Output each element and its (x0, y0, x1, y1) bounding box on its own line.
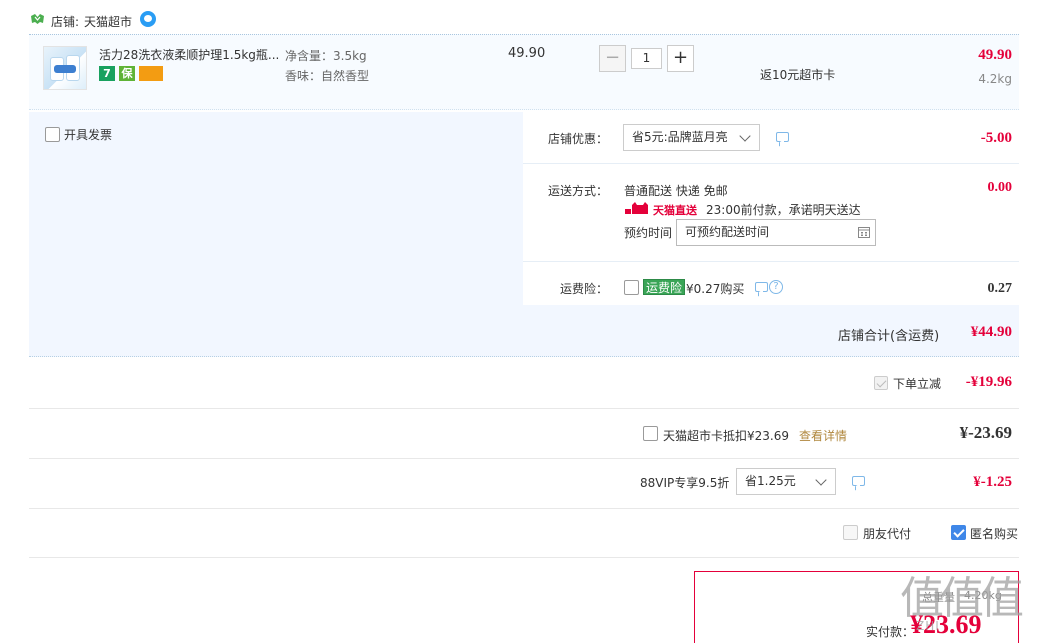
friend-pay-checkbox[interactable] (843, 525, 858, 540)
message-icon[interactable] (776, 132, 789, 142)
vip-discount-value: 省1.25元 (745, 474, 796, 488)
rebate-text: 返10元超市卡 (760, 68, 836, 82)
shop-discount-amount: -5.00 (980, 130, 1012, 146)
insurance-label: 运费险： (560, 282, 609, 296)
shop-total-label: 店铺合计(含运费) (838, 329, 940, 344)
supermarket-card-checkbox[interactable] (643, 426, 658, 441)
chevron-down-icon (815, 474, 827, 486)
message-icon[interactable] (755, 282, 768, 292)
item-weight: 4.2kg (978, 72, 1012, 86)
product-thumbnail[interactable] (43, 46, 87, 90)
vip-label: 88VIP专享9.5折 (640, 476, 730, 490)
friend-pay-label[interactable]: 朋友代付 (863, 525, 911, 542)
delivery-method: 普通配送 快递 免邮 (624, 184, 728, 198)
product-title[interactable]: 活力28洗衣液柔顺护理1.5kg瓶... (99, 46, 283, 63)
schedule-time-placeholder: 可预约配送时间 (685, 225, 770, 239)
message-icon[interactable] (852, 476, 865, 486)
anonymous-checkbox[interactable] (951, 525, 966, 540)
view-details-link[interactable]: 查看详情 (799, 427, 847, 444)
guarantee-icon: 保 (119, 66, 135, 81)
instant-discount-label: 下单立减 (893, 377, 942, 391)
unit-price: 49.90 (508, 46, 546, 61)
shop-total-amount: ¥44.90 (970, 324, 1012, 340)
quantity-increase-button[interactable]: + (667, 45, 694, 72)
watermark-glyph: 值值值 (900, 573, 1024, 624)
shop-name[interactable]: 天猫超市 (84, 13, 132, 30)
delivery-promise: 23:00前付款，承诺明天送达 (706, 203, 861, 217)
insurance-price: ¥0.27购买 (686, 282, 745, 296)
shop-label: 店铺: (51, 15, 80, 29)
spec-weight: 净含量：3.5kg (285, 49, 367, 63)
tmall-cat-icon (625, 202, 648, 214)
chat-icon[interactable] (140, 11, 156, 27)
tmall-direct-text: 天猫直送 (653, 204, 697, 217)
spec-scent: 香味：自然香型 (285, 69, 370, 83)
invoice-label[interactable]: 开具发票 (64, 126, 112, 143)
shop-discount-select[interactable]: 省5元:品牌蓝月亮 (623, 124, 760, 151)
instant-discount-amount: -¥19.96 (965, 374, 1012, 390)
quantity-input[interactable]: 1 (631, 48, 662, 69)
seven-day-return-icon: 7 (99, 66, 115, 81)
calendar-icon[interactable] (858, 226, 870, 238)
supermarket-card-amount: ¥-23.69 (959, 423, 1012, 442)
help-icon[interactable]: ? (769, 280, 783, 294)
shop-discount-value: 省5元:品牌蓝月亮 (632, 130, 728, 144)
shop-discount-label: 店铺优惠： (548, 132, 609, 146)
shop-icon (31, 14, 44, 24)
vip-discount-select[interactable]: 省1.25元 (736, 468, 836, 495)
delivery-label: 运送方式： (548, 184, 609, 198)
vip-amount: ¥-1.25 (973, 474, 1012, 490)
watermark-site: ZHI (916, 619, 940, 633)
card-icon: 卡 (139, 66, 163, 81)
tmall-direct-badge: 天猫直送 (625, 202, 697, 217)
watermark-logo: 值值值 ZHI (900, 562, 1040, 643)
insurance-amount: 0.27 (987, 281, 1013, 296)
quantity-decrease-button[interactable]: − (599, 45, 626, 72)
divider (29, 408, 1019, 409)
schedule-time-input[interactable]: 可预约配送时间 (676, 219, 876, 246)
instant-discount-checkbox (874, 376, 888, 390)
supermarket-card-label: 天猫超市卡抵扣¥23.69 (663, 429, 789, 443)
invoice-checkbox[interactable] (45, 127, 60, 142)
quantity-stepper: − 1 + (599, 45, 696, 72)
schedule-label: 预约时间 (624, 226, 673, 240)
divider (29, 508, 1019, 509)
item-subtotal: 49.90 (978, 47, 1012, 63)
divider (29, 557, 1019, 558)
insurance-checkbox[interactable] (624, 280, 639, 295)
chevron-down-icon (739, 130, 751, 142)
divider (29, 458, 1019, 459)
anonymous-label[interactable]: 匿名购买 (970, 525, 1018, 542)
insurance-tag: 运费险 (643, 279, 686, 295)
delivery-amount: 0.00 (987, 180, 1013, 195)
